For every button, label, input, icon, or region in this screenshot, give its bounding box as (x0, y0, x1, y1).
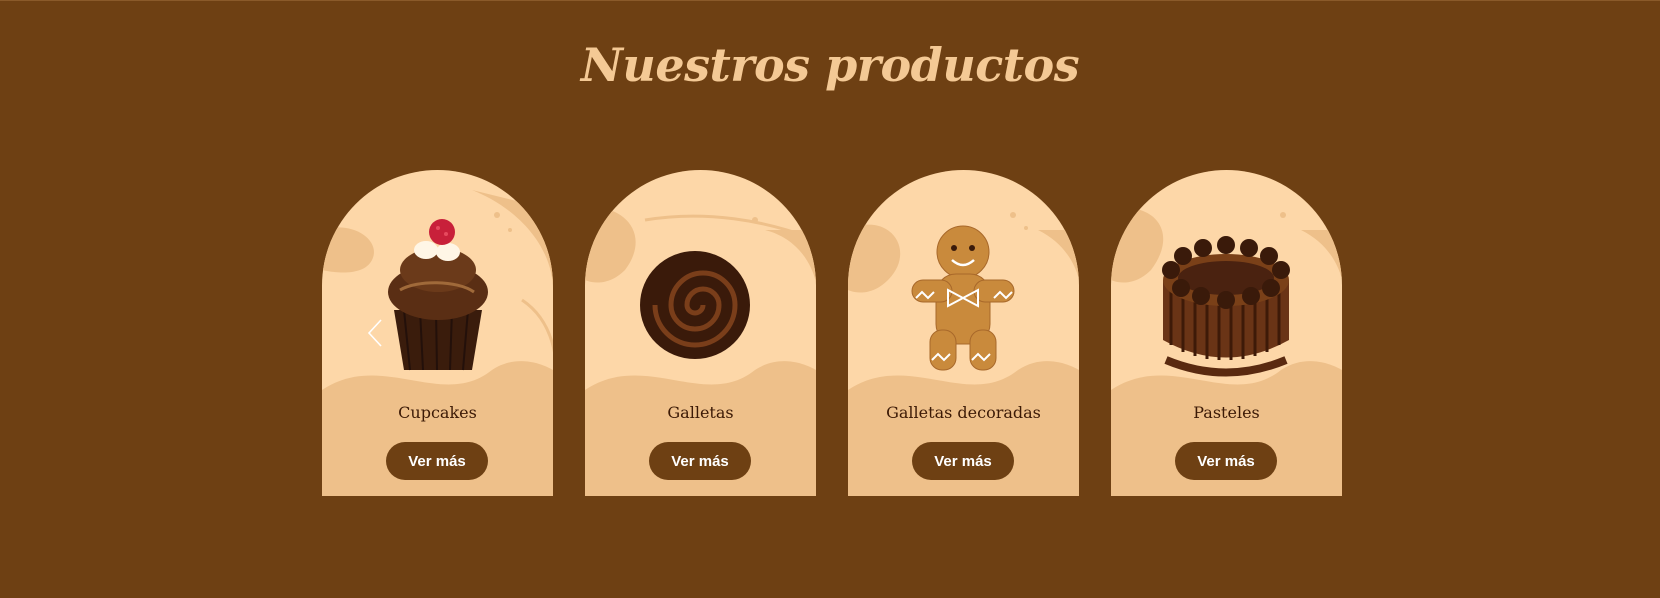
ver-mas-button-galletas-decoradas[interactable]: Ver más (912, 442, 1014, 480)
top-divider (0, 0, 1660, 1)
product-label: Galletas (667, 403, 734, 422)
product-label: Pasteles (1193, 403, 1260, 422)
section-title: Nuestros productos (580, 38, 1080, 92)
product-card-pasteles: Pasteles Ver más (1111, 170, 1342, 496)
product-card-galletas: Galletas Ver más (585, 170, 816, 496)
ver-mas-button-pasteles[interactable]: Ver más (1175, 442, 1277, 480)
ver-mas-button-cupcakes[interactable]: Ver más (386, 442, 488, 480)
product-carousel: Cupcakes Ver más Galletas Ver más Gallet… (322, 170, 1342, 496)
product-label: Cupcakes (398, 403, 477, 422)
ver-mas-button-galletas[interactable]: Ver más (649, 442, 751, 480)
chevron-left-icon[interactable] (365, 318, 385, 348)
product-label: Galletas decoradas (886, 403, 1041, 422)
product-card-galletas-decoradas: Galletas decoradas Ver más (848, 170, 1079, 496)
product-card-cupcakes: Cupcakes Ver más (322, 170, 553, 496)
